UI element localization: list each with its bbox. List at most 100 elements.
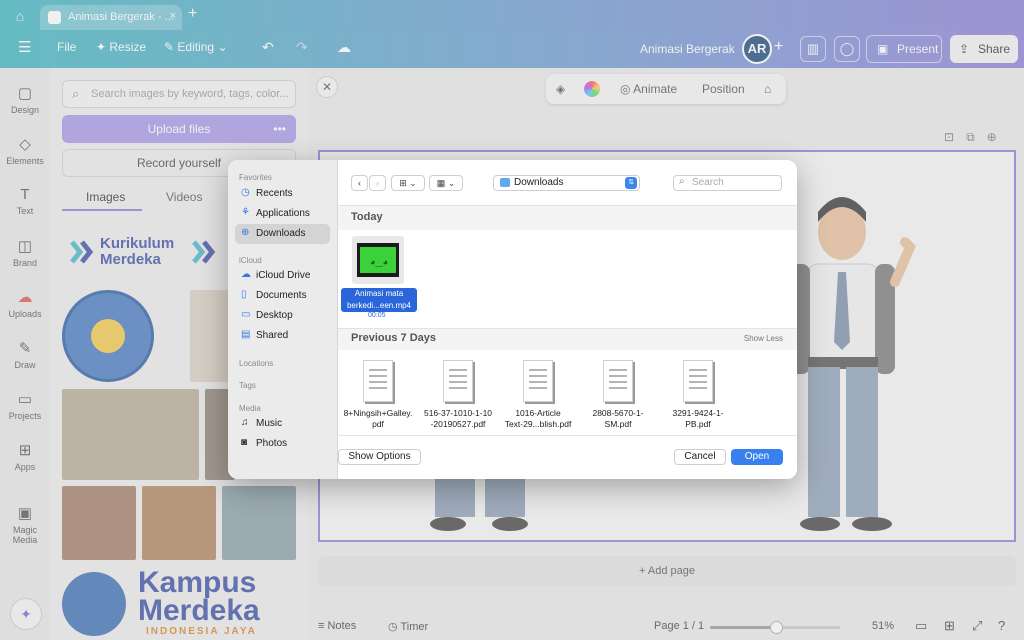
rail-item-projects[interactable]: ▭ Projects <box>0 390 50 421</box>
video-frame: ◕‿◕ <box>357 243 399 277</box>
illustration-thumbnail[interactable] <box>62 486 136 560</box>
present-button[interactable]: ▣ Present <box>866 35 942 63</box>
insights-icon[interactable]: ▥ <box>800 36 826 62</box>
add-page-icon[interactable]: ⊕ <box>987 130 1009 144</box>
show-options-button[interactable]: Show Options <box>338 449 421 465</box>
kurikulum-image-thumbnail[interactable] <box>190 290 230 382</box>
kurikulum-logo-thumbnail[interactable] <box>190 234 230 274</box>
video-file-thumbnail[interactable]: ◕‿◕ <box>352 236 404 284</box>
file-name-line-1: 3291-9424-1- <box>672 408 724 418</box>
file-name-line-2: SM.pdf <box>604 419 632 429</box>
format-painter-icon[interactable]: ⌂ <box>764 82 771 96</box>
sidebar-item-applications[interactable]: ⚘ Applications <box>235 204 330 224</box>
sidebar-item-shared[interactable]: ▤ Shared <box>235 326 330 346</box>
editor-topbar: ☰ File ✦ Resize ✎ Editing ⌄ ↶ ↷ ☁ Animas… <box>0 30 1024 68</box>
file-menu[interactable]: File <box>57 40 76 54</box>
notes-button[interactable]: ≡ Notes <box>318 620 356 632</box>
resize-button[interactable]: ✦ Resize <box>96 40 146 54</box>
character-shoe <box>430 517 466 531</box>
rail-item-brand[interactable]: ◫ Brand <box>0 237 50 268</box>
timer-button[interactable]: ◷ Timer <box>388 620 428 633</box>
search-placeholder: Search <box>692 177 724 188</box>
rail-item-design[interactable]: ▢ Design <box>0 84 50 115</box>
add-page-button[interactable]: + Add page <box>318 556 1016 586</box>
kurikulum-merdeka-logo[interactable]: Kurikulum Merdeka <box>66 234 176 274</box>
file-open-dialog: Favorites ◷ Recents ⚘ Applications ⊕ Downlo… <box>228 160 797 479</box>
tab-images[interactable]: Images <box>86 190 125 204</box>
redo-icon[interactable]: ↷ <box>296 39 308 56</box>
tab-videos[interactable]: Videos <box>166 190 202 204</box>
pages-grid-icon[interactable]: ⊞ <box>944 618 955 634</box>
forward-button[interactable]: › <box>369 175 386 191</box>
color-wheel-icon[interactable] <box>584 81 600 97</box>
sidebar-item-downloads[interactable]: ⊕ Downloads <box>235 224 330 244</box>
zoom-level[interactable]: 51% <box>872 620 894 632</box>
rail-item-draw[interactable]: ✎ Draw <box>0 339 50 370</box>
search-input[interactable]: ⌕ Search <box>673 175 782 191</box>
close-panel-icon[interactable]: ✕ <box>316 76 338 98</box>
help-icon[interactable]: ? <box>998 618 1005 633</box>
more-options-icon[interactable]: ••• <box>273 115 286 143</box>
sidebar-item-music[interactable]: ♫ Music <box>235 414 330 434</box>
sidebar-item-desktop[interactable]: ▭ Desktop <box>235 306 330 326</box>
music-icon: ♫ <box>241 417 249 428</box>
pdf-file-item[interactable]: 3291-9424-1- PB.pdf <box>663 360 733 430</box>
avatar[interactable]: AR <box>742 34 772 64</box>
upload-files-button[interactable]: Upload files ••• <box>62 115 296 143</box>
rail-item-text[interactable]: T Text <box>0 186 50 216</box>
show-less-link[interactable]: Show Less <box>744 334 783 343</box>
document-title[interactable]: Animasi Bergerak <box>640 42 735 56</box>
group-by-icon[interactable]: ▦ ⌄ <box>429 175 463 191</box>
undo-icon[interactable]: ↶ <box>262 39 274 56</box>
page-indicator[interactable]: Page 1 / 1 <box>654 620 704 632</box>
sidebar-item-icloud-drive[interactable]: ☁ iCloud Drive <box>235 266 330 286</box>
share-label: Share <box>978 42 1011 56</box>
pdf-file-item[interactable]: 1016-Article Text-29...blish.pdf <box>503 360 573 430</box>
location-dropdown[interactable]: Downloads ⇅ <box>493 175 640 191</box>
rail-item-apps[interactable]: ⊞ Apps <box>0 441 50 472</box>
magic-edit-icon[interactable]: ◈ <box>556 82 565 96</box>
rail-label: Projects <box>8 411 42 421</box>
kampus-merdeka-logo[interactable]: Kampus Merdeka INDONESIA JAYA <box>62 568 296 640</box>
comment-icon[interactable]: ◯ <box>834 36 860 62</box>
rail-item-magic-media[interactable]: ▣ Magic Media <box>0 504 50 545</box>
back-button[interactable]: ‹ <box>351 175 368 191</box>
home-icon[interactable]: ⌂ <box>10 6 30 26</box>
cancel-button[interactable]: Cancel <box>674 449 726 465</box>
view-mode-icon[interactable]: ⊞ ⌄ <box>391 175 425 191</box>
illustration-thumbnail[interactable] <box>222 486 296 560</box>
animate-button[interactable]: ◎ Animate <box>620 82 677 96</box>
new-tab-button[interactable]: + <box>188 5 197 23</box>
fullscreen-icon[interactable]: ⤢ <box>972 618 982 634</box>
add-collaborator-icon[interactable]: + <box>774 38 783 56</box>
zoom-slider-handle[interactable] <box>770 621 784 634</box>
sidebar-item-recents[interactable]: ◷ Recents <box>235 184 330 204</box>
pdf-file-item[interactable]: 8+Ningsih+Galley. pdf <box>343 360 413 430</box>
classroom-photo-thumbnail[interactable] <box>62 389 199 480</box>
selected-file-name[interactable]: Animasi mata berkedi...een.mp4 <box>341 288 417 312</box>
duplicate-icon[interactable]: ⧉ <box>966 130 987 144</box>
pdf-file-item[interactable]: 516-37-1010-1-10 -20190527.pdf <box>423 360 493 430</box>
position-button[interactable]: Position <box>702 82 745 96</box>
cloud-sync-icon[interactable]: ☁ <box>337 39 351 56</box>
lock-icon[interactable]: ⊡ <box>944 130 966 144</box>
illustration-thumbnail[interactable] <box>142 486 216 560</box>
share-button[interactable]: ⇪ Share <box>950 35 1018 63</box>
sidebar-item-documents[interactable]: ▯ Documents <box>235 286 330 306</box>
menu-icon[interactable]: ☰ <box>18 38 31 56</box>
grid-view-icon[interactable]: ▭ <box>915 618 927 634</box>
open-button[interactable]: Open <box>731 449 783 465</box>
location-label: Downloads <box>514 177 564 188</box>
magic-assistant-button[interactable]: ✦ <box>10 598 42 630</box>
desktop-icon: ▭ <box>241 309 251 320</box>
tab-close-icon[interactable]: × <box>170 10 176 22</box>
browser-tab[interactable]: Animasi Bergerak - ... × <box>40 5 182 30</box>
tut-wuri-handayani-logo[interactable] <box>62 290 154 382</box>
sidebar-item-photos[interactable]: ◙ Photos <box>235 434 330 454</box>
pdf-file-item[interactable]: 2808-5670-1- SM.pdf <box>583 360 653 430</box>
editing-mode-button[interactable]: ✎ Editing ⌄ <box>164 40 228 54</box>
rail-item-uploads[interactable]: ☁ Uploads <box>0 288 50 319</box>
search-input[interactable]: ⌕ Search images by keyword, tags, color.… <box>62 80 296 108</box>
rail-item-elements[interactable]: ◇ Elements <box>0 135 50 166</box>
zoom-slider[interactable] <box>710 621 840 634</box>
